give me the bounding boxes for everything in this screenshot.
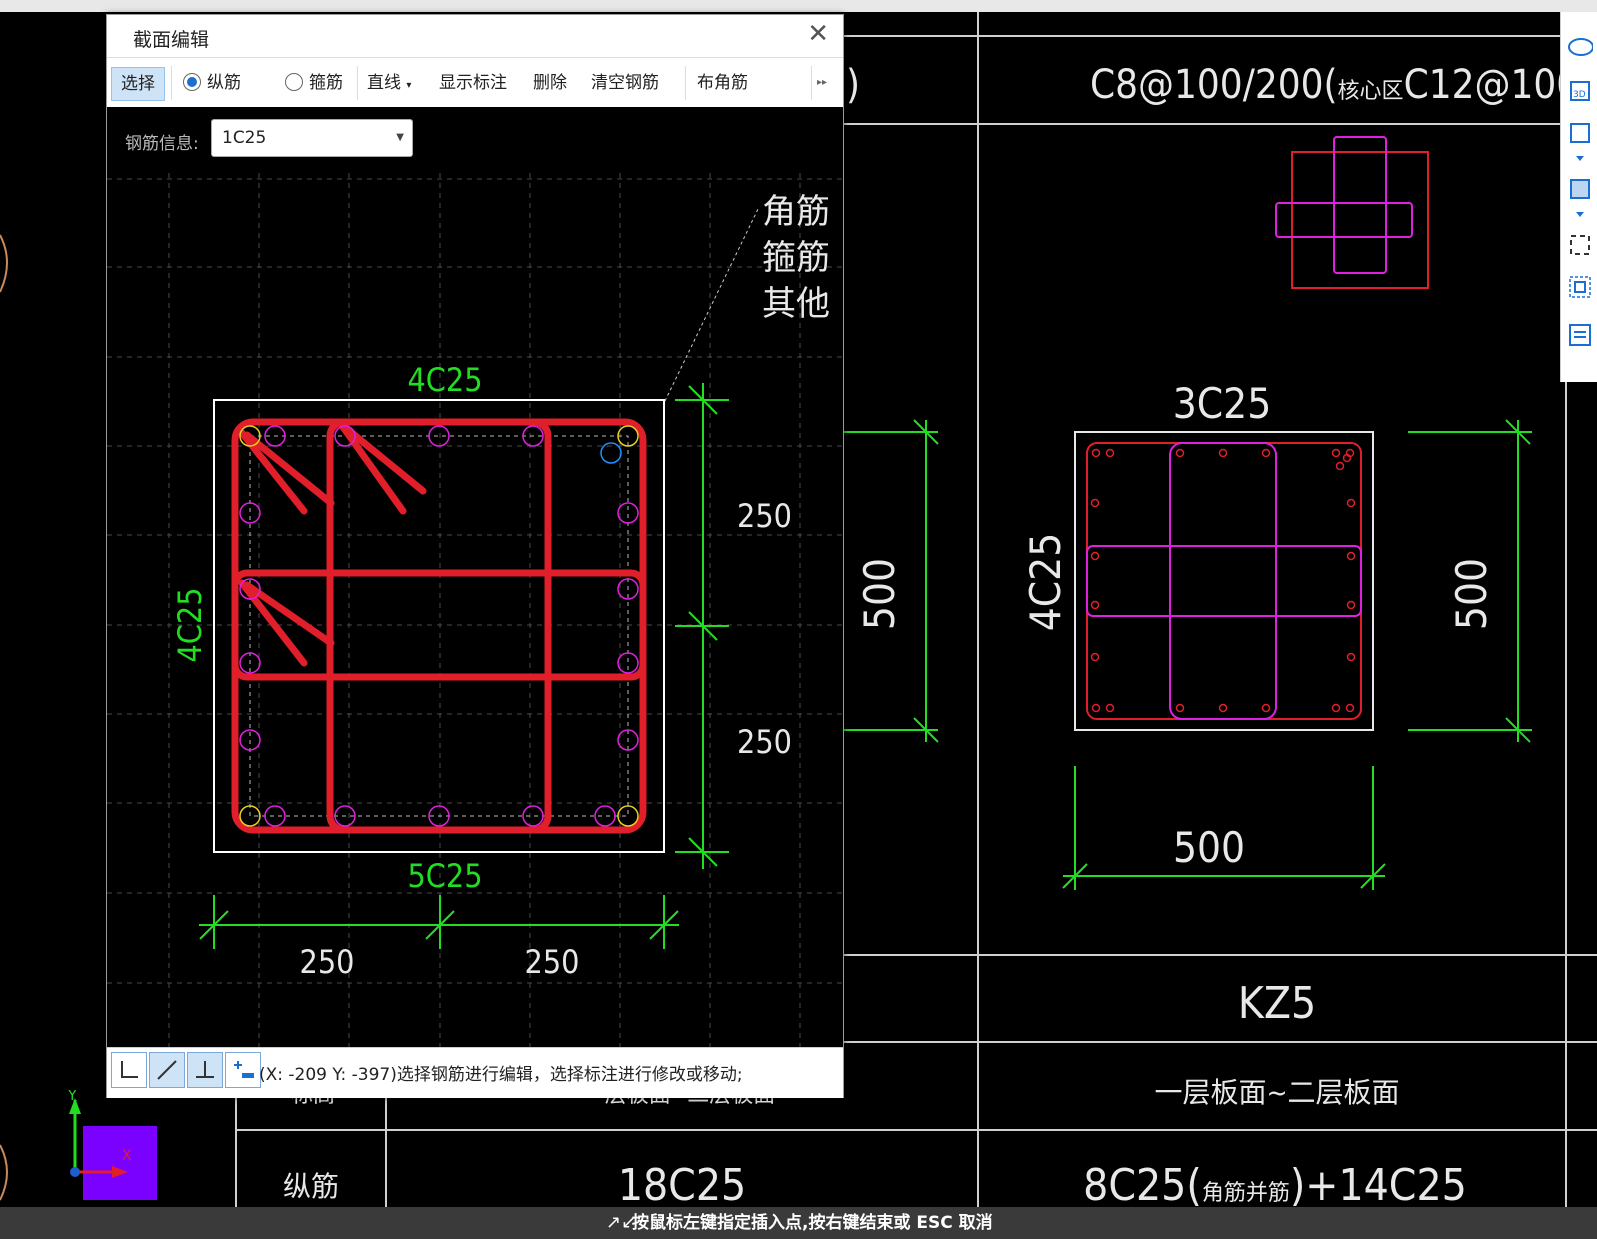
toolbar-more-button[interactable]: ▸▸ <box>817 71 827 95</box>
solid-cube-icon[interactable] <box>1567 174 1593 200</box>
svg-text:Y: Y <box>67 1090 77 1104</box>
rebar-dot <box>1175 448 1185 458</box>
orbit-icon[interactable] <box>1567 34 1593 60</box>
dim-vertical-bottom[interactable]: 250 <box>737 723 792 761</box>
partial-paren-text: ) <box>846 62 860 108</box>
column-section <box>1074 431 1374 731</box>
rebar-dot <box>1346 498 1356 508</box>
rebar-dot <box>1090 498 1100 508</box>
partial-arc <box>0 234 8 293</box>
bar-legend: 角筋 箍筋 其他 <box>762 192 830 324</box>
rebar-dot <box>1091 448 1101 458</box>
command-prompt-text: 按鼠标左键指定插入点,按右键结束或 ESC 取消 <box>632 1213 993 1233</box>
concrete-outline <box>213 399 665 853</box>
stirrup-radio[interactable]: 箍筋 <box>285 71 343 95</box>
rebar-dot <box>1105 448 1115 458</box>
leader-line <box>664 206 760 402</box>
rebar-info-select[interactable]: 1C25 ▼ <box>211 119 413 157</box>
chevron-down-icon[interactable] <box>1567 204 1593 230</box>
col-side-label: 4C25 <box>1021 533 1070 632</box>
rebar-dot <box>1090 600 1100 610</box>
command-status-bar: ↗↙ 按鼠标左键指定插入点,按右键结束或 ESC 取消 <box>0 1207 1597 1239</box>
radio-unchecked-icon <box>285 73 303 91</box>
rebar-dot <box>1346 551 1356 561</box>
dimension-lines <box>842 419 1532 890</box>
corner-bar-button[interactable]: 布角筋 <box>697 71 748 95</box>
properties-list-icon[interactable] <box>1567 322 1593 348</box>
selection-box-icon[interactable] <box>1567 232 1593 258</box>
snap-plus-icon[interactable] <box>225 1052 261 1088</box>
dim-horizontal-left[interactable]: 250 <box>300 943 355 981</box>
radio-checked-icon <box>183 73 201 91</box>
dim-left-500: 500 <box>855 558 904 630</box>
line-dropdown[interactable]: 直线 ▾ <box>367 71 411 95</box>
ucs-icon: Y X <box>67 1090 157 1200</box>
cube-view-icon[interactable] <box>1567 118 1593 144</box>
box-select-icon[interactable] <box>1567 274 1593 300</box>
dim-right-500: 500 <box>1447 558 1496 630</box>
long-bar-radio[interactable]: 纵筋 <box>183 71 241 95</box>
elevation-text: 一层板面~二层板面 <box>1154 1076 1399 1109</box>
svg-text:3D: 3D <box>1573 90 1586 100</box>
close-icon[interactable]: ✕ <box>807 19 829 49</box>
dim-vertical-top[interactable]: 250 <box>737 497 792 535</box>
legend-stirrup: 箍筋 <box>762 238 830 278</box>
right-view-toolbar: 3D <box>1560 12 1597 382</box>
rebar-dot <box>1090 652 1100 662</box>
section-edit-canvas[interactable]: 4C25 4C25 5C25 250 250 250 250 角筋 箍筋 其他 <box>107 173 843 1047</box>
rebar-dot <box>1346 652 1356 662</box>
corner-bar[interactable] <box>617 805 639 827</box>
ortho-mode-icon[interactable] <box>111 1052 147 1088</box>
3d-view-icon[interactable]: 3D <box>1567 76 1593 102</box>
dialog-title: 截面编辑 <box>133 29 210 51</box>
chevron-down-icon[interactable] <box>1567 148 1593 174</box>
select-button[interactable]: 选择 <box>111 67 165 101</box>
col-top-label: 3C25 <box>1173 379 1272 428</box>
rebar-dot <box>1090 551 1100 561</box>
long-bar-detail: 8C25(角筋并筋)+14C25 <box>1083 1160 1467 1211</box>
row-label-long-bar: 纵筋 <box>283 1170 339 1203</box>
legend-other: 其他 <box>762 284 830 324</box>
left-bar-label[interactable]: 4C25 <box>171 587 209 662</box>
dim-bottom-500: 500 <box>1173 823 1245 872</box>
rebar-points[interactable] <box>239 425 639 827</box>
polar-mode-icon[interactable] <box>149 1052 185 1088</box>
rebar-dot <box>1218 703 1228 713</box>
coordinate-readout: (X: -209 Y: -397)选择钢筋进行编辑，选择标注进行修改或移动; <box>259 1065 743 1085</box>
rebar-dot <box>1335 461 1345 471</box>
rebar-dot <box>1331 448 1341 458</box>
section-edit-dialog: 截面编辑 ✕ 选择 纵筋 箍筋 直线 ▾ 显示标注 删除 清空钢筋 布角筋 ▸▸… <box>106 14 844 1098</box>
column-name: KZ5 <box>1238 978 1316 1029</box>
top-bar-label[interactable]: 4C25 <box>407 361 482 399</box>
canvas-grid <box>107 173 843 1047</box>
rebar-dot <box>1091 703 1101 713</box>
bottom-bar-label[interactable]: 5C25 <box>407 857 482 895</box>
show-label-button[interactable]: 显示标注 <box>439 71 507 95</box>
rebar-dot <box>1261 448 1271 458</box>
chevron-down-icon: ▼ <box>396 132 404 143</box>
rebar-dot <box>1345 703 1355 713</box>
delete-button[interactable]: 删除 <box>533 71 567 95</box>
stirrups[interactable] <box>231 418 647 834</box>
stirrup-detail <box>1275 136 1429 289</box>
dim-horizontal-right[interactable]: 250 <box>525 943 580 981</box>
dialog-toolbar: 选择 纵筋 箍筋 直线 ▾ 显示标注 删除 清空钢筋 布角筋 ▸▸ <box>107 57 843 109</box>
legend-corner-bar: 角筋 <box>762 192 830 232</box>
perpendicular-icon[interactable] <box>187 1052 223 1088</box>
svg-text:X: X <box>122 1148 132 1164</box>
partial-arc <box>0 1144 8 1201</box>
rebar-dot <box>1175 703 1185 713</box>
dialog-status-bar: (X: -209 Y: -397)选择钢筋进行编辑，选择标注进行修改或移动; <box>107 1047 843 1098</box>
rebar-dot <box>1105 703 1115 713</box>
chevron-down-icon: ▾ <box>406 80 412 91</box>
stirrup-spec-text: C8@100/200(核心区C12@100) <box>1090 62 1593 108</box>
rebar-info-row: 钢筋信息: 1C25 ▼ <box>107 107 843 173</box>
long-bar-total: 18C25 <box>618 1160 746 1211</box>
rebar-dot <box>1346 600 1356 610</box>
rebar-dot <box>1218 448 1228 458</box>
clear-bars-button[interactable]: 清空钢筋 <box>591 71 659 95</box>
rebar-dot <box>1261 703 1271 713</box>
rebar-dot <box>1331 703 1341 713</box>
rebar-info-label: 钢筋信息: <box>125 134 199 154</box>
